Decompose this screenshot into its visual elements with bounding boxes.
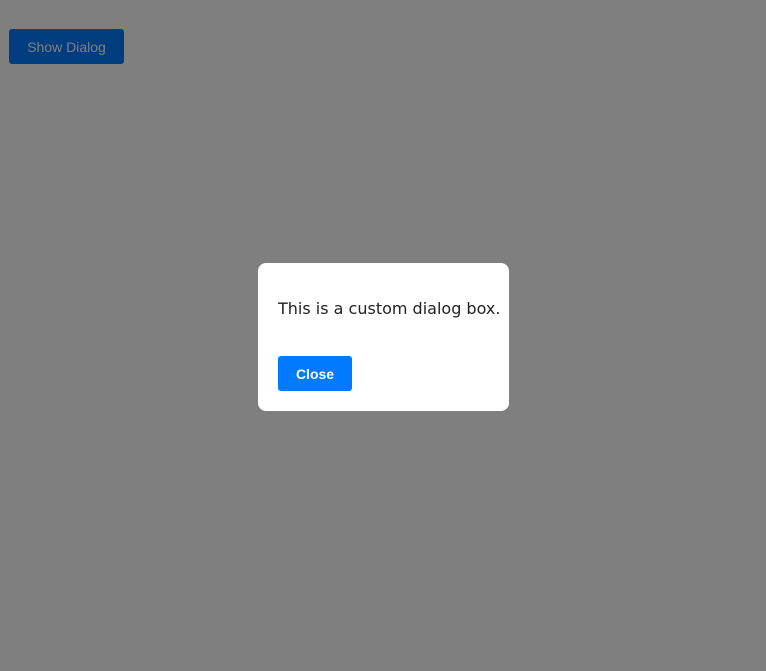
page: Show Dialog This is a custom dialog box.… [0,0,766,671]
custom-dialog: This is a custom dialog box. Close [258,263,509,411]
dialog-message: This is a custom dialog box. [278,299,501,318]
close-button[interactable]: Close [278,356,352,391]
modal-overlay[interactable]: This is a custom dialog box. Close [0,0,766,671]
